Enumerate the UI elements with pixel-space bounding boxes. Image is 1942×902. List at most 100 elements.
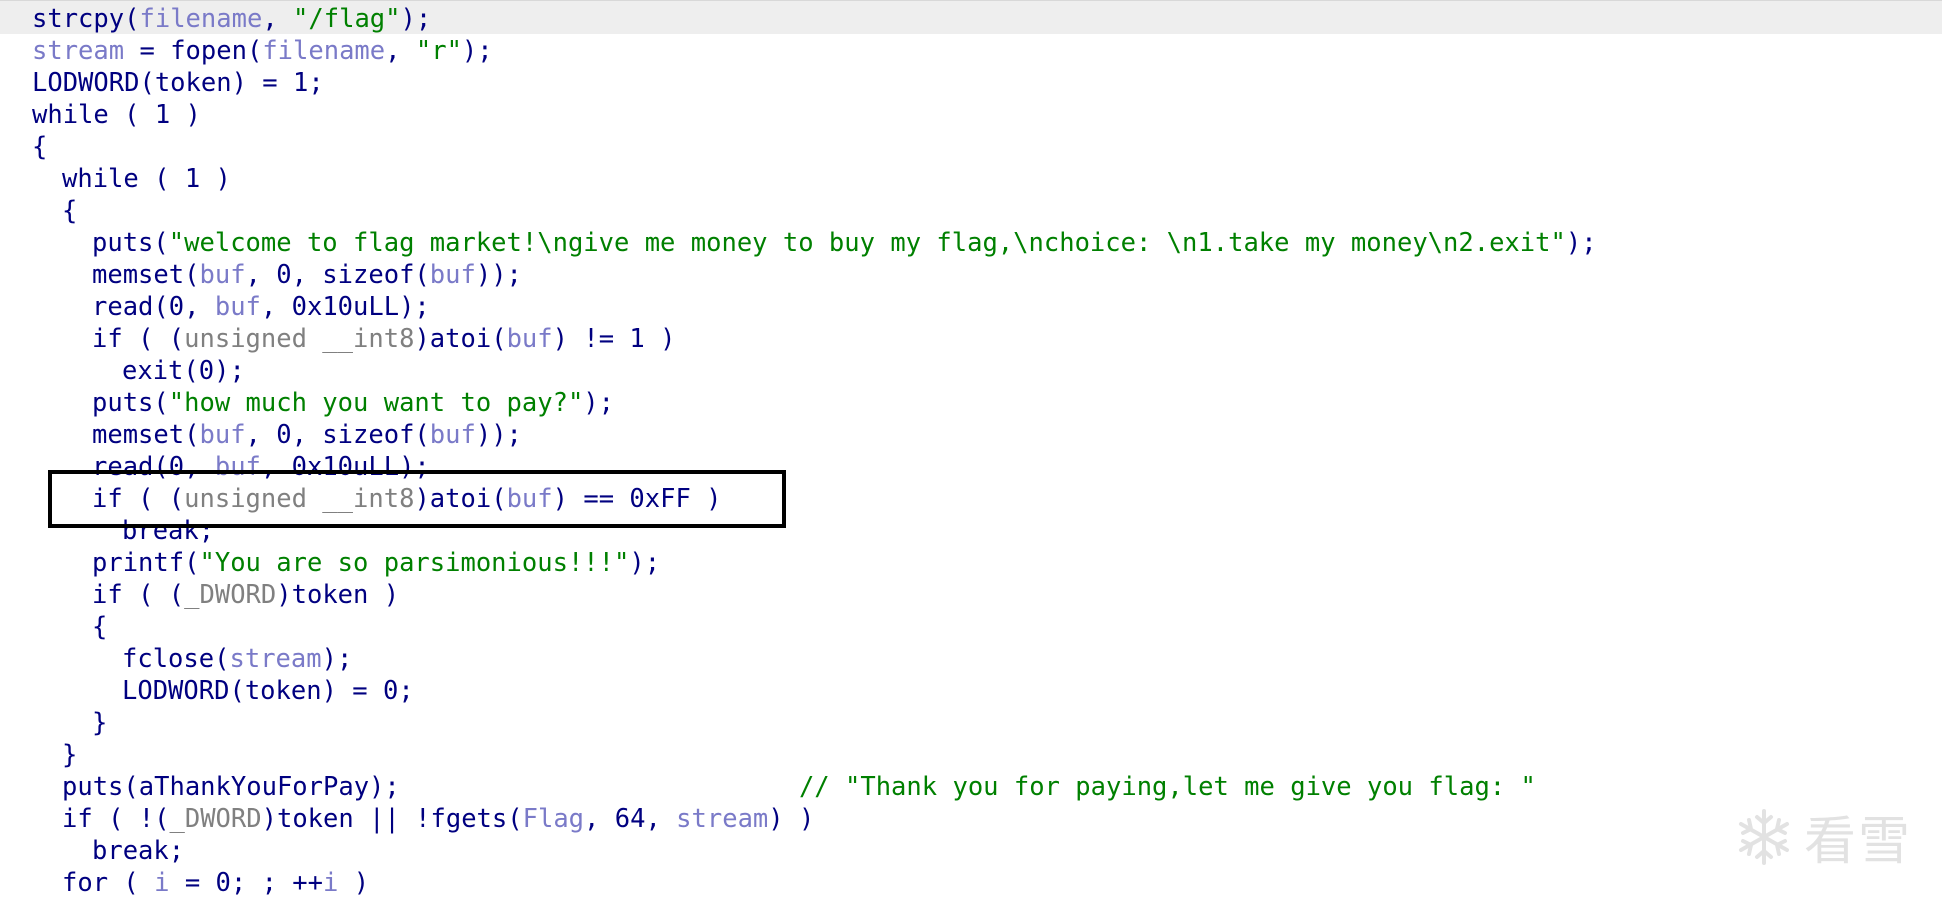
code-token-var: buf bbox=[429, 420, 476, 450]
code-token-fn: fgets bbox=[430, 804, 508, 834]
code-token-p: (token) = 0; bbox=[229, 676, 414, 706]
code-token-fn: printf bbox=[92, 548, 185, 578]
code-line[interactable]: read(0, buf, 0x10uLL); bbox=[32, 291, 1597, 323]
code-line[interactable]: LODWORD(token) = 0; bbox=[32, 675, 1597, 707]
code-line[interactable]: puts("welcome to flag market!\ngive me m… bbox=[32, 227, 1597, 259]
code-token-p: ( !( bbox=[92, 804, 170, 834]
code-line[interactable]: stream = fopen(filename, "r"); bbox=[32, 35, 1597, 67]
code-token-var: buf bbox=[506, 324, 553, 354]
snowflake-icon bbox=[1738, 808, 1789, 865]
code-line[interactable]: { bbox=[32, 611, 1597, 643]
code-token-p: ); bbox=[461, 36, 493, 66]
code-token-p: ) ) bbox=[768, 804, 815, 834]
code-token-str: "r" bbox=[415, 36, 462, 66]
code-token-p: ( bbox=[491, 324, 507, 354]
code-token-p: , 0, sizeof( bbox=[245, 420, 430, 450]
code-token-p: ( bbox=[184, 548, 200, 578]
code-line[interactable]: if ( (_DWORD)token ) bbox=[32, 579, 1597, 611]
code-token-kw: if bbox=[92, 324, 123, 354]
code-line[interactable]: { bbox=[32, 195, 1597, 227]
code-token-p: ); bbox=[1565, 228, 1597, 258]
code-token-kw: while bbox=[62, 164, 139, 194]
watermark-text: 看雪 bbox=[1803, 812, 1912, 872]
code-token-fn: strcpy bbox=[32, 4, 125, 34]
code-line[interactable]: } bbox=[32, 739, 1597, 771]
code-line[interactable]: while ( 1 ) bbox=[32, 99, 1597, 131]
code-line[interactable]: puts(aThankYouForPay); // "Thank you for… bbox=[32, 771, 1597, 803]
code-token-p: ) != 1 ) bbox=[552, 324, 676, 354]
code-token-type: _DWORD bbox=[184, 580, 277, 610]
code-line[interactable]: strcpy(filename, "/flag"); bbox=[32, 3, 1597, 35]
code-token-var: i bbox=[154, 868, 170, 898]
code-token-p: ) bbox=[338, 868, 370, 898]
code-token-p: } bbox=[62, 740, 78, 770]
code-line[interactable]: memset(buf, 0, sizeof(buf)); bbox=[32, 259, 1597, 291]
code-line[interactable]: printf("You are so parsimonious!!!"); bbox=[32, 547, 1597, 579]
code-token-fn: read bbox=[92, 292, 154, 322]
code-token-p: ( bbox=[246, 36, 263, 66]
code-line[interactable]: while ( 1 ) bbox=[32, 163, 1597, 195]
code-line[interactable]: for ( i = 0; ; ++i ) bbox=[32, 867, 1597, 899]
code-token-fn: puts bbox=[92, 388, 154, 418]
code-line[interactable]: LODWORD(token) = 1; bbox=[32, 67, 1597, 99]
code-token-p: , 0, sizeof( bbox=[245, 260, 430, 290]
code-token-p: , 0x10uLL); bbox=[260, 292, 430, 322]
code-token-p: , bbox=[385, 36, 416, 66]
code-token-var: buf bbox=[429, 260, 476, 290]
code-token-p: ( ( bbox=[122, 580, 185, 610]
code-line[interactable]: } bbox=[32, 707, 1597, 739]
code-token-var: stream bbox=[32, 36, 125, 66]
code-token-p: ( bbox=[184, 420, 200, 450]
code-line[interactable]: if ( !(_DWORD)token || !fgets(Flag, 64, … bbox=[32, 803, 1597, 835]
code-token-p: (aThankYouForPay); bbox=[123, 772, 799, 802]
code-line[interactable]: puts("how much you want to pay?"); bbox=[32, 387, 1597, 419]
code-token-type: _DWORD bbox=[169, 804, 262, 834]
code-token-p: ) bbox=[414, 324, 430, 354]
code-token-var: buf bbox=[199, 420, 246, 450]
code-token-fn: LODWORD bbox=[32, 68, 140, 98]
code-token-kw: if bbox=[92, 580, 123, 610]
code-token-p: ( bbox=[108, 868, 155, 898]
code-token-fn: fclose bbox=[122, 644, 215, 674]
code-token-str: "You are so parsimonious!!!" bbox=[199, 548, 630, 578]
code-token-p: = 0; ; ++ bbox=[169, 868, 324, 898]
code-token-p: (token) = 1; bbox=[139, 68, 324, 98]
code-token-fn: memset bbox=[92, 420, 185, 450]
code-token-fn: puts bbox=[92, 228, 154, 258]
code-listing[interactable]: strcpy(filename, "/flag"); stream = fopen… bbox=[32, 3, 1597, 899]
code-token-var: buf bbox=[214, 292, 261, 322]
code-token-kw: for bbox=[62, 868, 109, 898]
code-token-var: stream bbox=[229, 644, 322, 674]
code-token-fn: puts bbox=[62, 772, 124, 802]
highlight-box bbox=[48, 470, 786, 528]
code-token-var: filename bbox=[139, 4, 263, 34]
code-token-type: unsigned __int8 bbox=[184, 324, 415, 354]
code-token-var: i bbox=[323, 868, 339, 898]
code-token-p: )token || ! bbox=[261, 804, 431, 834]
code-token-fn: exit bbox=[122, 356, 184, 386]
code-token-p: ); bbox=[629, 548, 661, 578]
code-token-kw: if bbox=[62, 804, 93, 834]
code-token-str: "how much you want to pay?" bbox=[168, 388, 584, 418]
code-line[interactable]: break; bbox=[32, 835, 1597, 867]
code-token-p: ( ( bbox=[122, 324, 185, 354]
code-token-p: )token ) bbox=[276, 580, 400, 610]
watermark: 看雪 bbox=[1734, 799, 1912, 874]
code-token-str: "welcome to flag market!\ngive me money … bbox=[168, 228, 1566, 258]
code-token-p: ( bbox=[153, 388, 169, 418]
code-token-p: , bbox=[262, 4, 294, 34]
code-line[interactable]: fclose(stream); bbox=[32, 643, 1597, 675]
code-token-kw: break bbox=[92, 836, 169, 866]
code-line[interactable]: { bbox=[32, 131, 1597, 163]
code-token-p: ; bbox=[168, 836, 185, 866]
code-line[interactable]: exit(0); bbox=[32, 355, 1597, 387]
code-line[interactable]: if ( (unsigned __int8)atoi(buf) != 1 ) bbox=[32, 323, 1597, 355]
code-line[interactable]: memset(buf, 0, sizeof(buf)); bbox=[32, 419, 1597, 451]
code-token-p: (0); bbox=[183, 356, 245, 386]
pseudocode-view: strcpy(filename, "/flag"); stream = fopen… bbox=[0, 0, 1942, 902]
code-token-fn: fopen bbox=[170, 36, 247, 66]
code-token-var: Flag bbox=[522, 804, 585, 834]
code-token-p: ); bbox=[321, 644, 353, 674]
code-token-p: ); bbox=[583, 388, 615, 418]
code-token-p: , 64, bbox=[584, 804, 677, 834]
